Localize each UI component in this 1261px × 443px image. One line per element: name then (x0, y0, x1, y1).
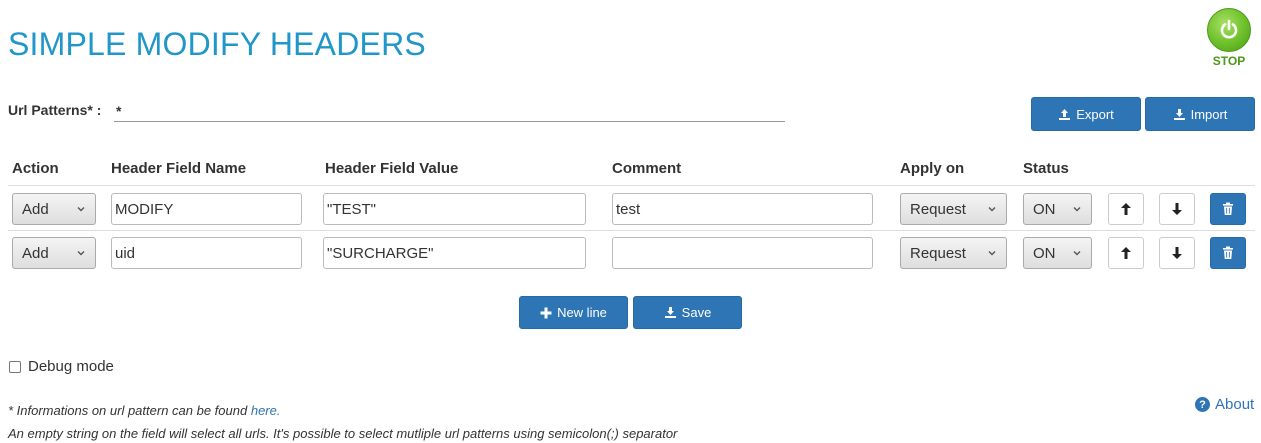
action-select[interactable]: Add (12, 237, 96, 269)
apply-on-select[interactable]: Request (900, 237, 1007, 269)
empty-string-note: An empty string on the field will select… (8, 426, 678, 441)
stop-button[interactable]: STOP (1203, 8, 1255, 68)
apply-on-value: Request (910, 200, 966, 218)
column-header-comment: Comment (612, 160, 682, 177)
chevron-down-icon (77, 207, 85, 212)
export-label: Export (1076, 106, 1114, 122)
comment-input[interactable]: test (612, 193, 873, 225)
action-select[interactable]: Add (12, 193, 96, 225)
stop-label: STOP (1212, 54, 1246, 68)
url-pattern-help-link[interactable]: here. (251, 403, 281, 418)
arrow-up-icon (1121, 203, 1131, 215)
trash-icon (1223, 202, 1233, 215)
arrow-up-icon (1121, 247, 1131, 259)
trash-icon (1223, 246, 1233, 259)
header-value-input[interactable]: "TEST" (323, 193, 586, 225)
table-divider (8, 230, 1255, 231)
save-label: Save (681, 305, 712, 320)
debug-mode-toggle[interactable]: Debug mode (9, 358, 114, 375)
table-divider (8, 185, 1255, 186)
debug-mode-checkbox[interactable] (9, 360, 21, 373)
status-value: ON (1033, 244, 1056, 262)
url-pattern-note: * Informations on url pattern can be fou… (8, 403, 280, 418)
move-down-button[interactable] (1159, 237, 1195, 269)
chevron-down-icon (988, 251, 996, 256)
move-up-button[interactable] (1108, 193, 1144, 225)
delete-row-button[interactable] (1210, 193, 1246, 225)
question-circle-icon: ? (1195, 397, 1210, 412)
download-icon (1173, 108, 1185, 120)
apply-on-select[interactable]: Request (900, 193, 1007, 225)
column-header-status: Status (1023, 160, 1069, 177)
apply-on-value: Request (910, 244, 966, 262)
url-pattern-note-text: * Informations on url pattern can be fou… (8, 403, 248, 418)
url-patterns-label: Url Patterns* : (8, 102, 102, 118)
column-header-action: Action (12, 160, 59, 177)
column-header-field-value: Header Field Value (325, 160, 459, 177)
arrow-down-icon (1172, 247, 1182, 259)
arrow-down-icon (1172, 203, 1182, 215)
chevron-down-icon (988, 207, 996, 212)
header-name-input[interactable]: uid (111, 237, 302, 269)
save-button[interactable]: Save (633, 296, 742, 329)
status-value: ON (1033, 200, 1056, 218)
header-value-input[interactable]: "SURCHARGE" (323, 237, 586, 269)
chevron-down-icon (77, 251, 85, 256)
chevron-down-icon (1073, 251, 1081, 256)
export-button[interactable]: Export (1031, 97, 1141, 131)
download-icon (664, 307, 676, 318)
action-select-value: Add (22, 200, 49, 218)
about-label: About (1215, 396, 1255, 413)
delete-row-button[interactable] (1210, 237, 1246, 269)
header-name-input[interactable]: MODIFY (111, 193, 302, 225)
upload-icon (1059, 108, 1071, 120)
plus-icon (540, 307, 552, 318)
move-up-button[interactable] (1108, 237, 1144, 269)
about-link[interactable]: ? About (1195, 396, 1254, 413)
chevron-down-icon (1073, 207, 1081, 212)
status-select[interactable]: ON (1023, 193, 1092, 225)
action-select-value: Add (22, 244, 49, 262)
url-patterns-input[interactable] (114, 100, 785, 122)
debug-mode-label: Debug mode (28, 358, 114, 375)
power-icon (1207, 8, 1251, 52)
import-button[interactable]: Import (1145, 97, 1255, 131)
move-down-button[interactable] (1159, 193, 1195, 225)
comment-input[interactable] (612, 237, 873, 269)
import-label: Import (1190, 106, 1228, 122)
new-line-label: New line (557, 305, 607, 320)
column-header-field-name: Header Field Name (111, 160, 247, 177)
new-line-button[interactable]: New line (519, 296, 628, 329)
status-select[interactable]: ON (1023, 237, 1092, 269)
column-header-apply-on: Apply on (900, 160, 965, 177)
page-title: SIMPLE MODIFY HEADERS (8, 26, 426, 62)
